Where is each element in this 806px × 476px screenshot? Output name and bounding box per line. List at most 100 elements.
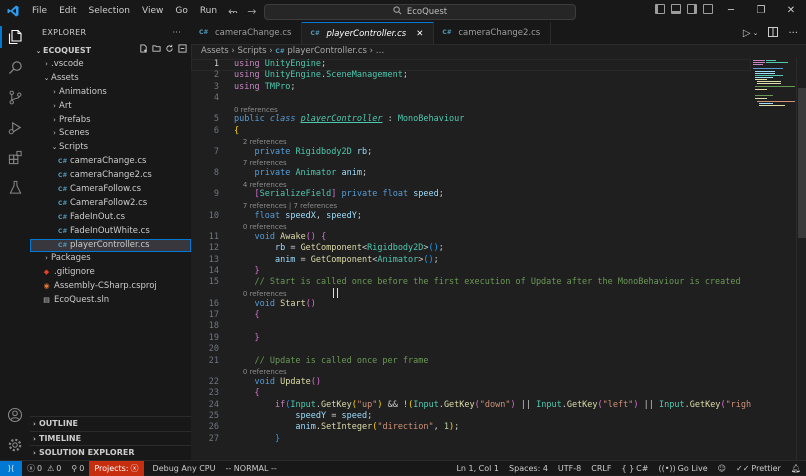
go-live-button[interactable]: ((•)) Go Live [653, 464, 712, 473]
cursor-position-label: Ln 1, Col 1 [456, 464, 500, 473]
back-arrow-icon[interactable]: ← [228, 5, 237, 18]
more-actions-icon[interactable]: ··· [788, 28, 798, 39]
refresh-icon[interactable] [165, 44, 174, 58]
codelens-references[interactable]: 2 references [234, 138, 287, 146]
tree-item[interactable]: ⌄ Assets [30, 72, 191, 86]
search-icon[interactable] [0, 52, 30, 82]
close-window-icon[interactable]: ✕ [776, 0, 806, 22]
run-and-debug-icon[interactable] [0, 112, 30, 142]
csharp-file-icon: C# [58, 172, 68, 180]
extensions-icon[interactable] [0, 142, 30, 172]
codelens-references[interactable]: 0 references [234, 290, 287, 298]
code-editor[interactable]: 1 2 3 4 5 6 7 8 9 10 11 12 13 14 15 16 17 18 19 20 21 22 23 24 2… [191, 58, 751, 460]
prettier-button[interactable]: ✓✓ Prettier [731, 464, 786, 473]
codelens-references[interactable]: 7 references | 7 references [234, 202, 337, 210]
tree-item[interactable]: C# FadeInOutWhite.cs [30, 225, 191, 239]
status-right: Ln 1, Col 1 Spaces: 4 UTF-8 CRLF { } C# (… [451, 461, 806, 476]
codelens-references[interactable]: 0 references [234, 368, 287, 376]
toggle-panel-icon[interactable] [671, 4, 681, 14]
tree-item[interactable]: › Art [30, 100, 191, 114]
new-folder-icon[interactable] [152, 44, 161, 58]
menu-item[interactable]: Edit [53, 6, 82, 16]
minimap[interactable] [751, 58, 796, 460]
tree-item[interactable]: C# CameraFollow.cs [30, 183, 191, 197]
solution-explorer-section[interactable]: › SOLUTION EXPLORER [30, 445, 191, 460]
editor-actions: ▷ ⌄ ··· [743, 22, 798, 44]
ports-status[interactable]: ⚲ 0 [66, 464, 89, 473]
tree-item[interactable]: › .vscode [30, 58, 191, 72]
line-number: 20 [208, 344, 219, 355]
minimize-icon[interactable]: ─ [716, 0, 746, 22]
tree-item-label: EcoQuest.sln [54, 295, 110, 306]
testing-flask-icon[interactable] [0, 172, 30, 202]
tab-camera-change[interactable]: C# cameraChange.cs [191, 22, 303, 44]
tree-item[interactable]: C# FadeInOut.cs [30, 211, 191, 225]
code-line: float speedX, speedY; [254, 210, 363, 221]
tree-item[interactable]: C# cameraChange.cs [30, 155, 191, 169]
tab-player-controller[interactable]: C# playerController.cs ✕ [302, 22, 435, 45]
breadcrumb-assets[interactable]: Assets [201, 46, 229, 56]
run-icon[interactable]: ▷ [743, 28, 751, 39]
run-dropdown-chevron-icon[interactable]: ⌄ [753, 29, 759, 37]
customize-layout-icon[interactable] [703, 4, 713, 14]
toggle-primary-sidebar-icon[interactable] [655, 4, 665, 14]
workspace-root-header[interactable]: ⌄ ECOQUEST [30, 44, 191, 58]
end-of-line[interactable]: CRLF [586, 464, 616, 473]
cursor-position[interactable]: Ln 1, Col 1 [451, 464, 504, 473]
collapse-all-icon[interactable] [178, 44, 187, 58]
codelens-references[interactable]: 0 references [234, 223, 287, 231]
codelens-references[interactable]: 7 references [234, 159, 287, 167]
tree-item-label: Animations [59, 86, 107, 97]
new-file-icon[interactable] [139, 44, 148, 58]
codelens-references[interactable]: 0 references [234, 106, 278, 114]
tab-camera-change2[interactable]: C# cameraChange2.cs [434, 22, 552, 44]
tree-item[interactable]: › Animations [30, 86, 191, 100]
encoding[interactable]: UTF-8 [553, 464, 586, 473]
tree-item[interactable]: ⌄ Scripts [30, 141, 191, 155]
indentation[interactable]: Spaces: 4 [504, 464, 553, 473]
tree-item[interactable]: › Packages [30, 252, 191, 266]
tree-item[interactable]: C# CameraFollow2.cs [30, 197, 191, 211]
breadcrumb-file[interactable]: playerController.cs [287, 46, 367, 56]
timeline-section[interactable]: › TIMELINE [30, 431, 191, 446]
breadcrumb-scripts[interactable]: Scripts [237, 46, 266, 56]
tree-item[interactable]: › Scenes [30, 127, 191, 141]
language-mode[interactable]: { } C# [616, 464, 653, 473]
notifications-bell-icon[interactable]: 🔔︎ [786, 464, 806, 473]
more-actions-icon[interactable]: ··· [172, 22, 181, 44]
source-control-icon[interactable] [0, 82, 30, 112]
codelens-references[interactable]: 4 references [234, 181, 287, 189]
close-tab-icon[interactable]: ✕ [416, 23, 423, 45]
tree-item[interactable]: ▤ EcoQuest.sln [30, 294, 191, 308]
explorer-icon[interactable] [0, 22, 30, 52]
split-editor-icon[interactable] [768, 26, 779, 40]
tree-item[interactable]: › Prefabs [30, 114, 191, 128]
remote-indicator-icon[interactable]: ⟩⟨ [0, 460, 22, 476]
menu-item[interactable]: View [136, 6, 169, 16]
debug-configuration[interactable]: Debug Any CPU [148, 464, 221, 473]
command-center-search[interactable]: EcoQuest [264, 4, 576, 20]
menu-item[interactable]: File [26, 6, 53, 16]
maximize-icon[interactable]: ❐ [746, 0, 776, 22]
problems-status[interactable]: ⓧ 0 ⚠ 0 [22, 463, 66, 474]
menu-item[interactable]: Run [194, 6, 223, 16]
tree-item[interactable]: C# playerController.cs [30, 238, 191, 253]
editor-tabs: C# cameraChange.cs C# playerController.c… [191, 22, 806, 45]
menu-item[interactable]: Go [169, 6, 193, 16]
outline-label: OUTLINE [39, 419, 78, 428]
manage-gear-icon[interactable] [0, 430, 30, 460]
scrollbar-thumb[interactable] [798, 88, 806, 238]
menu-item[interactable]: Selection [83, 6, 136, 16]
tree-item[interactable]: ◉ Assembly-CSharp.csproj [30, 280, 191, 294]
forward-arrow-icon[interactable]: → [247, 5, 256, 18]
projects-status[interactable]: Projects: ⓧ [89, 460, 144, 476]
tree-item[interactable]: ◆ .gitignore [30, 266, 191, 280]
editor-scrollbar[interactable] [796, 58, 806, 460]
tree-item[interactable]: C# cameraChange2.cs [30, 169, 191, 183]
copilot-icon[interactable]: ☺ [713, 464, 731, 473]
vim-mode-indicator: -- NORMAL -- [220, 464, 281, 473]
toggle-secondary-sidebar-icon[interactable] [687, 4, 697, 14]
accounts-icon[interactable] [0, 400, 30, 430]
breadcrumb-symbol[interactable]: … [376, 46, 385, 56]
outline-section[interactable]: › OUTLINE [30, 416, 191, 431]
